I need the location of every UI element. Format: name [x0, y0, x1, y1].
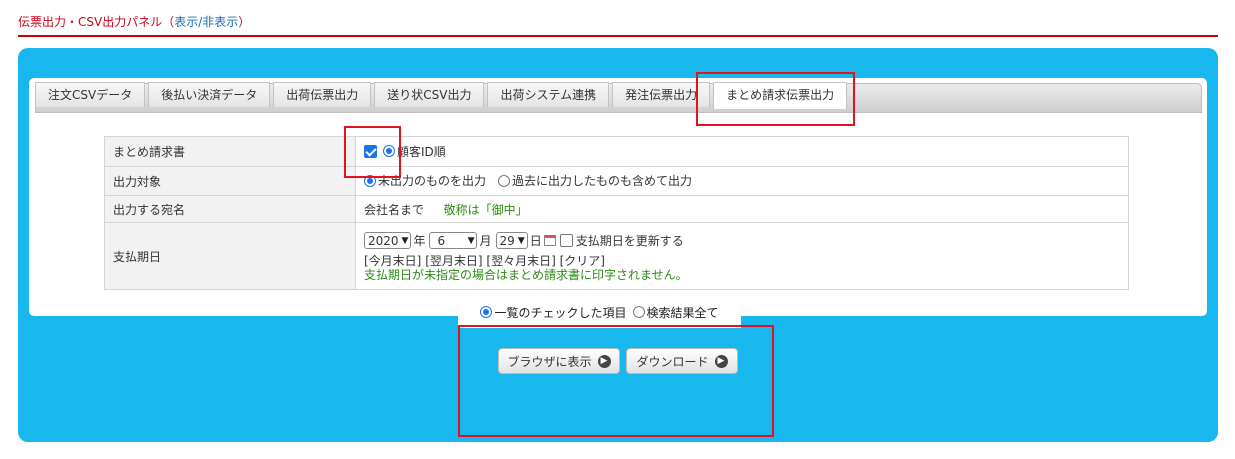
clear-link[interactable]: [クリア] [560, 254, 605, 268]
honorific-note: 敬称は「御中」 [443, 202, 528, 217]
due-date-value: 2020 ▼ 年 6 ▼ 月 29 ▼ 日 支払期日を更新する [今月末日] [… [355, 222, 1129, 290]
target-unprinted-radio[interactable] [364, 174, 376, 187]
chevron-down-icon: ▼ [517, 235, 525, 246]
day-value: 29 [499, 233, 515, 248]
tab-shipping-system[interactable]: 出荷システム連携 [487, 82, 610, 107]
view-in-browser-button[interactable]: ブラウザに表示 ▶ [498, 348, 620, 374]
tab-deferred-payment[interactable]: 後払い決済データ [148, 82, 271, 107]
table-row: 出力対象 未出力のものを出力 過去に出力したものも含めて出力 [104, 166, 1129, 196]
year-value: 2020 [368, 233, 399, 248]
scope-checked-items-label: 一覧のチェックした項目 [494, 305, 627, 320]
month-value: 6 [437, 233, 446, 248]
scope-checked-items-radio[interactable] [480, 306, 493, 318]
sort-customer-id-label: 顧客ID順 [397, 144, 446, 159]
month-select[interactable]: 6 ▼ [429, 232, 478, 249]
tab-purchase-order[interactable]: 発注伝票出力 [612, 82, 711, 107]
arrow-right-icon: ▶ [714, 354, 728, 368]
address-label: 出力する宛名 [104, 195, 356, 223]
invoice-value: 顧客ID順 [355, 136, 1129, 167]
tab-shipping-slip[interactable]: 出荷伝票出力 [273, 82, 372, 107]
sort-customer-id-radio[interactable] [383, 145, 395, 157]
settings-panel: 注文CSVデータ 後払い決済データ 出荷伝票出力 送り状CSV出力 出荷システム… [29, 78, 1207, 316]
this-month-end-link[interactable]: [今月末日] [364, 254, 421, 268]
arrow-right-icon: ▶ [597, 354, 611, 368]
day-unit: 日 [529, 234, 542, 248]
chevron-down-icon: ▼ [401, 235, 409, 246]
table-row: まとめ請求書 顧客ID順 [104, 136, 1129, 167]
table-row: 支払期日 2020 ▼ 年 6 ▼ 月 29 ▼ 日 支払期日を更新する [今月… [104, 222, 1129, 290]
download-label: ダウンロード [636, 354, 709, 369]
settings-table: まとめ請求書 顧客ID順 出力対象 未出力のものを出力 過去に出力したものも含め… [104, 136, 1129, 290]
scope-all-results-label: 検索結果全て [646, 305, 719, 320]
calendar-icon[interactable] [543, 235, 556, 246]
target-unprinted-label: 未出力のものを出力 [378, 174, 487, 189]
due-date-note: 支払期日が未指定の場合はまとめ請求書に印字されません。 [364, 267, 688, 282]
table-row: 出力する宛名 会社名まで 敬称は「御中」 [104, 195, 1129, 223]
quick-date-links: [今月末日] [翌月末日] [翌々月末日] [クリア] [364, 254, 1120, 268]
tab-order-csv[interactable]: 注文CSVデータ [35, 82, 146, 107]
target-include-past-label: 過去に出力したものも含めて出力 [512, 174, 693, 189]
target-label: 出力対象 [104, 166, 356, 196]
year-select[interactable]: 2020 ▼ [364, 232, 412, 249]
address-value: 会社名まで 敬称は「御中」 [355, 195, 1129, 223]
month-unit: 月 [479, 234, 492, 248]
year-unit: 年 [413, 234, 426, 248]
invoice-checkbox[interactable] [364, 144, 377, 158]
day-select[interactable]: 29 ▼ [495, 232, 528, 249]
tab-list: 注文CSVデータ 後払い決済データ 出荷伝票出力 送り状CSV出力 出荷システム… [35, 82, 848, 109]
invoice-label: まとめ請求書 [104, 136, 356, 167]
address-scope: 会社名まで [364, 202, 425, 217]
update-due-date-checkbox[interactable] [559, 234, 573, 247]
download-button[interactable]: ダウンロード ▶ [626, 348, 738, 374]
chevron-down-icon: ▼ [467, 235, 475, 246]
output-scope: 一覧のチェックした項目 検索結果全て [458, 296, 741, 328]
target-include-past-radio[interactable] [498, 174, 511, 187]
next-month-end-link[interactable]: [翌月末日] [425, 254, 482, 268]
tab-waybill-csv[interactable]: 送り状CSV出力 [374, 82, 485, 107]
export-panel: 注文CSVデータ 後払い決済データ 出荷伝票出力 送り状CSV出力 出荷システム… [18, 48, 1218, 442]
panel-title-suffix: ） [238, 15, 251, 29]
panel-title: 伝票出力・CSV出力パネル（表示/非表示） [18, 13, 250, 30]
month-after-next-end-link[interactable]: [翌々月末日] [486, 254, 555, 268]
panel-title-text: 伝票出力・CSV出力パネル（ [18, 15, 175, 29]
due-date-label: 支払期日 [104, 222, 356, 290]
update-due-date-label: 支払期日を更新する [575, 234, 684, 248]
title-divider [18, 35, 1218, 37]
toggle-visibility-link[interactable]: 表示/非表示 [174, 15, 238, 29]
tab-consolidated-invoice[interactable]: まとめ請求伝票出力 [713, 82, 848, 109]
target-value: 未出力のものを出力 過去に出力したものも含めて出力 [355, 166, 1129, 196]
scope-all-results-radio[interactable] [632, 306, 645, 318]
view-in-browser-label: ブラウザに表示 [507, 354, 592, 369]
